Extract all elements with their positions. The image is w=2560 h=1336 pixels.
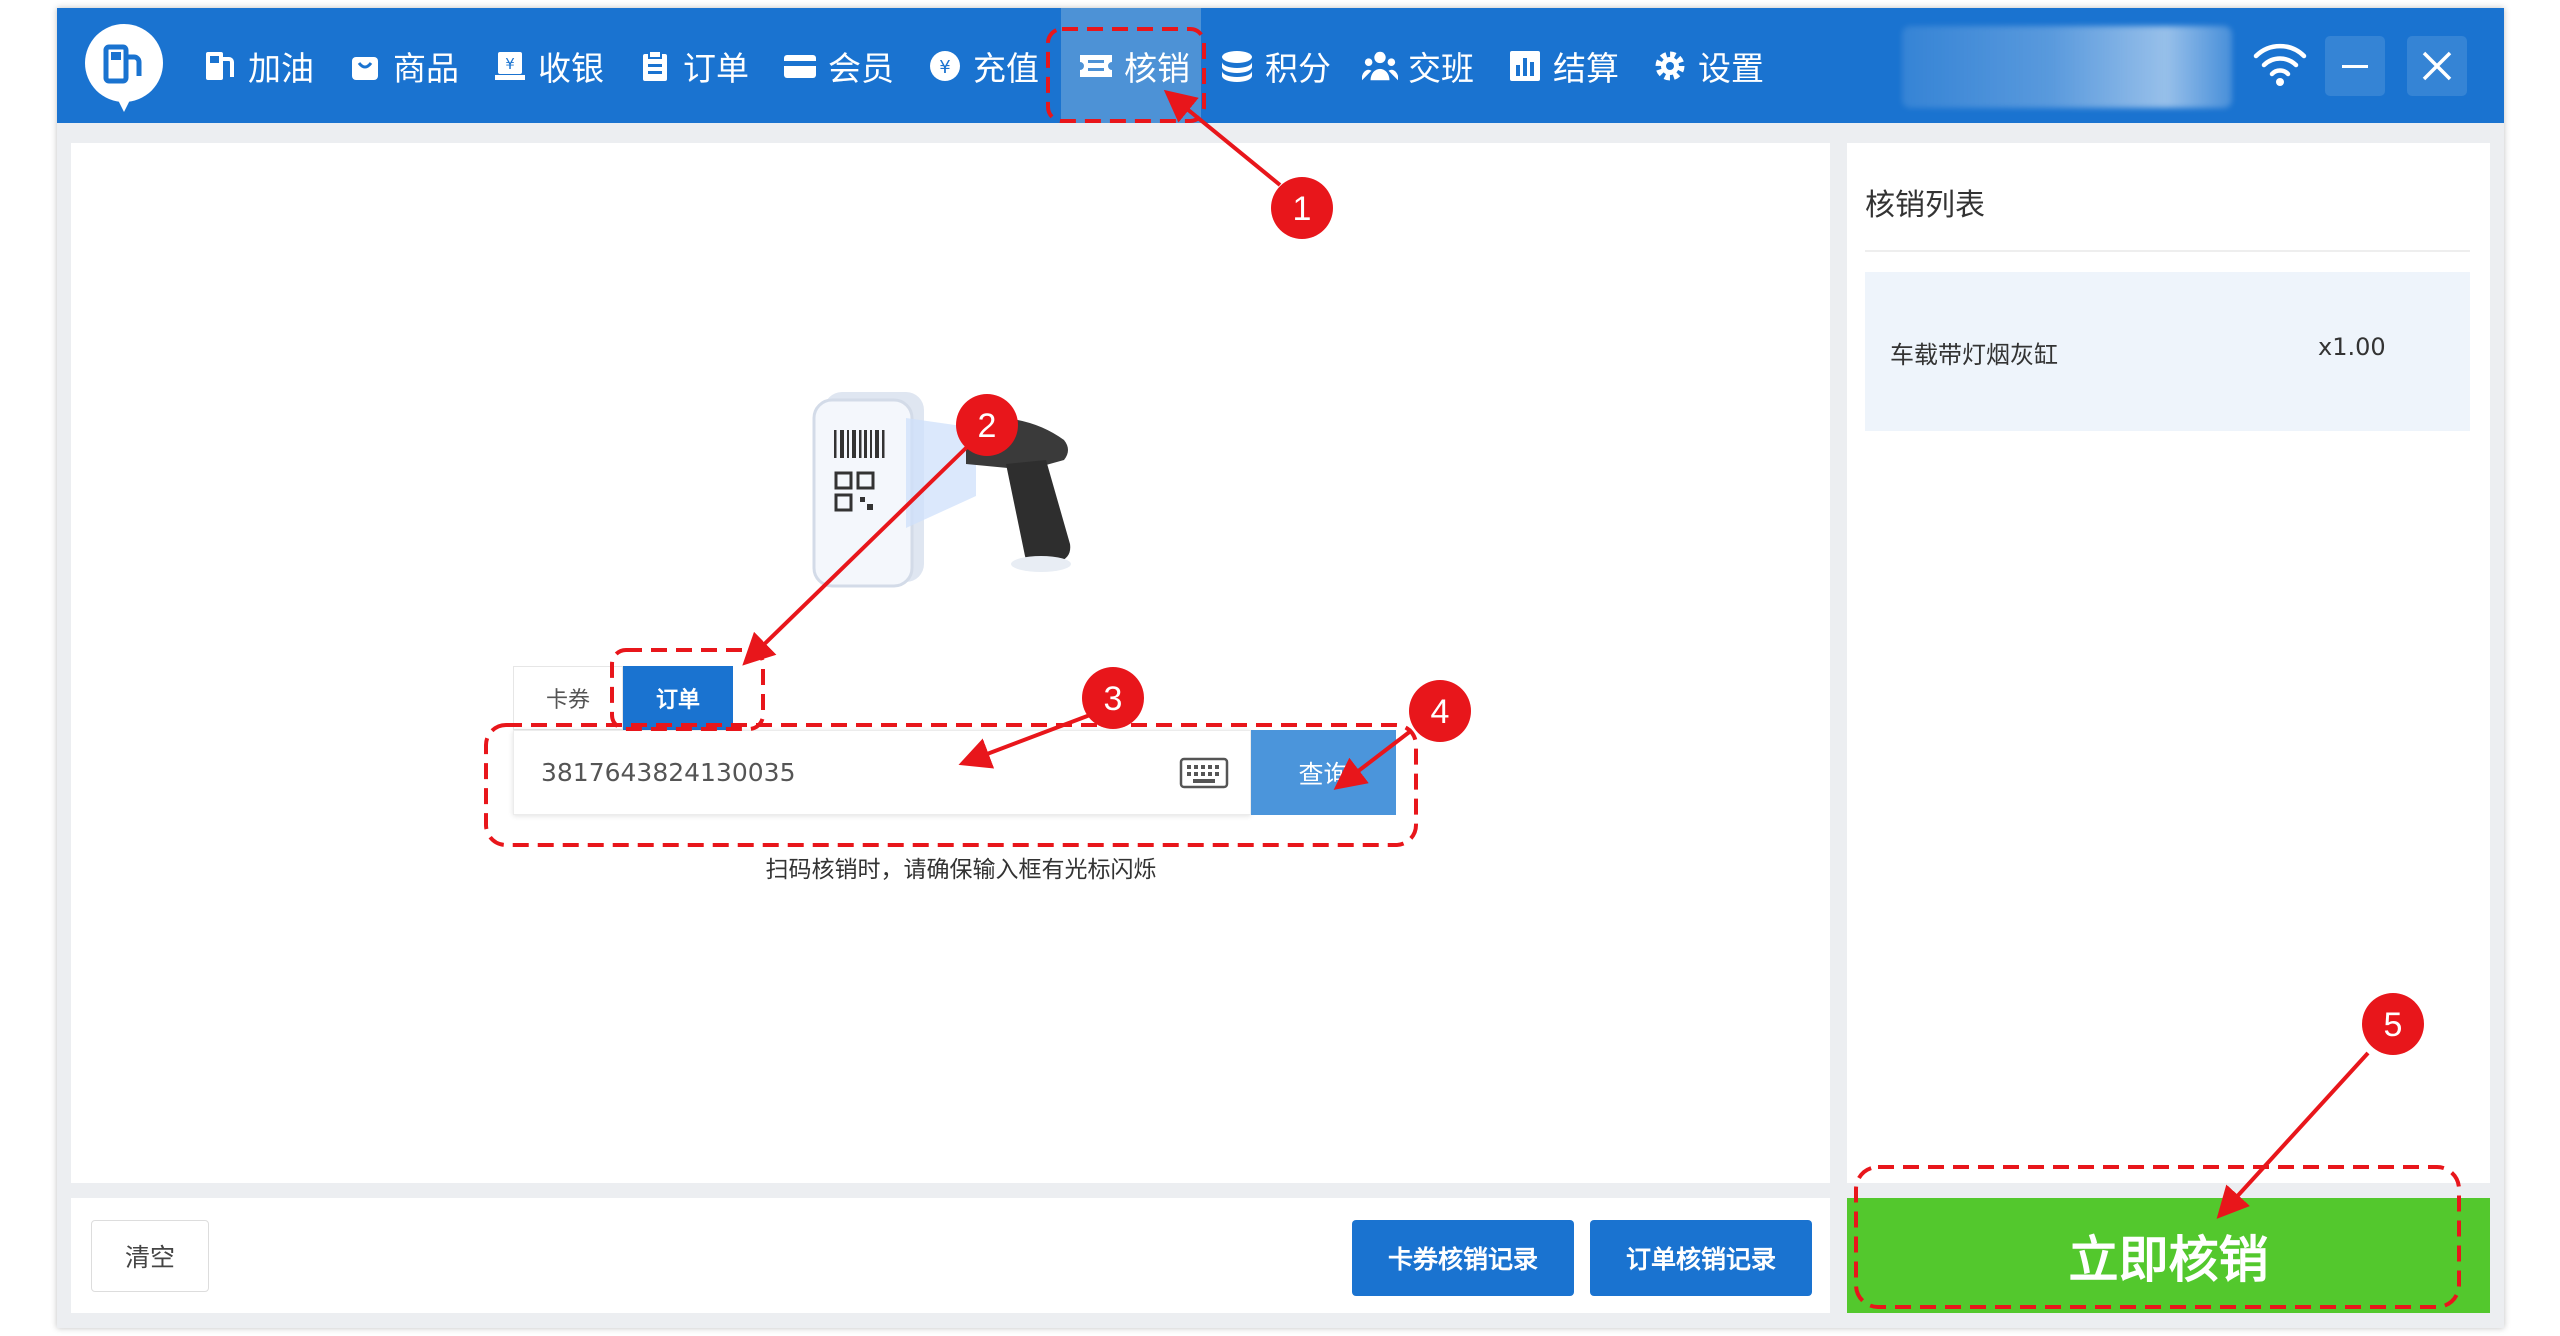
nav-settlement-label: 结算 (1553, 48, 1619, 88)
list-item[interactable]: 车载带灯烟灰缸 x1.00 (1865, 272, 2470, 431)
fuel-pump-icon (202, 48, 238, 84)
user-info-blurred (1902, 26, 2232, 108)
redeem-now-button[interactable]: 立即核销 (1847, 1198, 2490, 1313)
redeem-input-panel: 卡券 订单 查询 扫码核销时，请确保输入框有光标闪烁 (71, 143, 1830, 1183)
yen-coin-icon: ¥ (927, 48, 963, 84)
wifi-icon (2252, 38, 2308, 90)
users-icon (1362, 48, 1398, 84)
minimize-button[interactable] (2325, 36, 2385, 96)
order-input-container (513, 730, 1251, 815)
order-number-input[interactable] (514, 731, 1174, 814)
nav-shift-label: 交班 (1408, 48, 1474, 88)
app-logo (85, 24, 163, 112)
item-name: 车载带灯烟灰缸 (1890, 341, 2058, 369)
nav-redeem[interactable]: 核销 (1061, 8, 1201, 123)
nav-fuel[interactable]: 加油 (202, 8, 314, 123)
coupon-redeem-records-button[interactable]: 卡券核销记录 (1352, 1220, 1574, 1296)
fuel-station-logo-icon (103, 44, 142, 84)
redeem-list-panel: 核销列表 车载带灯烟灰缸 x1.00 (1847, 143, 2490, 1183)
nav-orders[interactable]: 订单 (637, 8, 749, 123)
nav-settlement[interactable]: 结算 (1507, 8, 1619, 123)
bar-chart-icon (1507, 48, 1543, 84)
query-button[interactable]: 查询 (1251, 730, 1396, 815)
nav-settings[interactable]: 设置 (1652, 8, 1764, 123)
nav-goods-label: 商品 (393, 48, 459, 88)
barcode-scanner-illustration (812, 392, 1071, 588)
keyboard-icon (1179, 757, 1229, 789)
tab-order[interactable]: 订单 (623, 666, 733, 730)
membership-card-icon (782, 48, 818, 84)
svg-text:¥: ¥ (505, 55, 515, 73)
cash-register-icon: ¥ (492, 48, 528, 84)
clear-button[interactable]: 清空 (91, 1220, 209, 1292)
close-button[interactable] (2407, 36, 2467, 96)
nav-points-label: 积分 (1265, 48, 1331, 88)
nav-cashier[interactable]: ¥ 收银 (492, 8, 604, 123)
list-divider (1865, 250, 2470, 252)
gear-icon (1652, 48, 1688, 84)
top-navigation-bar: 加油 商品 ¥ 收银 订单 会员 ¥ 充值 核销 积分 交班 结算 设置 (57, 8, 2504, 123)
svg-text:¥: ¥ (939, 57, 950, 78)
nav-recharge-label: 充值 (973, 48, 1039, 88)
nav-shift[interactable]: 交班 (1362, 8, 1474, 123)
keyboard-button[interactable] (1179, 753, 1229, 793)
nav-members-label: 会员 (828, 48, 894, 88)
ticket-icon (1078, 48, 1114, 84)
bottom-action-bar: 清空 卡券核销记录 订单核销记录 (71, 1198, 1830, 1313)
app-window: 加油 商品 ¥ 收银 订单 会员 ¥ 充值 核销 积分 交班 结算 设置 卡券 … (57, 8, 2504, 1328)
nav-cashier-label: 收银 (538, 48, 604, 88)
nav-orders-label: 订单 (683, 48, 749, 88)
coins-stack-icon (1219, 48, 1255, 84)
tab-card-coupon[interactable]: 卡券 (513, 666, 623, 730)
nav-settings-label: 设置 (1698, 48, 1764, 88)
close-icon (2422, 51, 2452, 81)
nav-goods[interactable]: 商品 (347, 8, 459, 123)
nav-members[interactable]: 会员 (782, 8, 894, 123)
nav-recharge[interactable]: ¥ 充值 (927, 8, 1039, 123)
nav-points[interactable]: 积分 (1219, 8, 1331, 123)
order-redeem-records-button[interactable]: 订单核销记录 (1590, 1220, 1812, 1296)
nav-redeem-label: 核销 (1124, 48, 1190, 88)
minimize-icon (2342, 65, 2368, 68)
shopping-bag-icon (347, 48, 383, 84)
scan-hint-text: 扫码核销时，请确保输入框有光标闪烁 (765, 857, 1157, 883)
clipboard-icon (637, 48, 673, 84)
redeem-list-title: 核销列表 (1865, 188, 1985, 223)
item-quantity: x1.00 (2318, 333, 2386, 361)
nav-fuel-label: 加油 (248, 48, 314, 88)
